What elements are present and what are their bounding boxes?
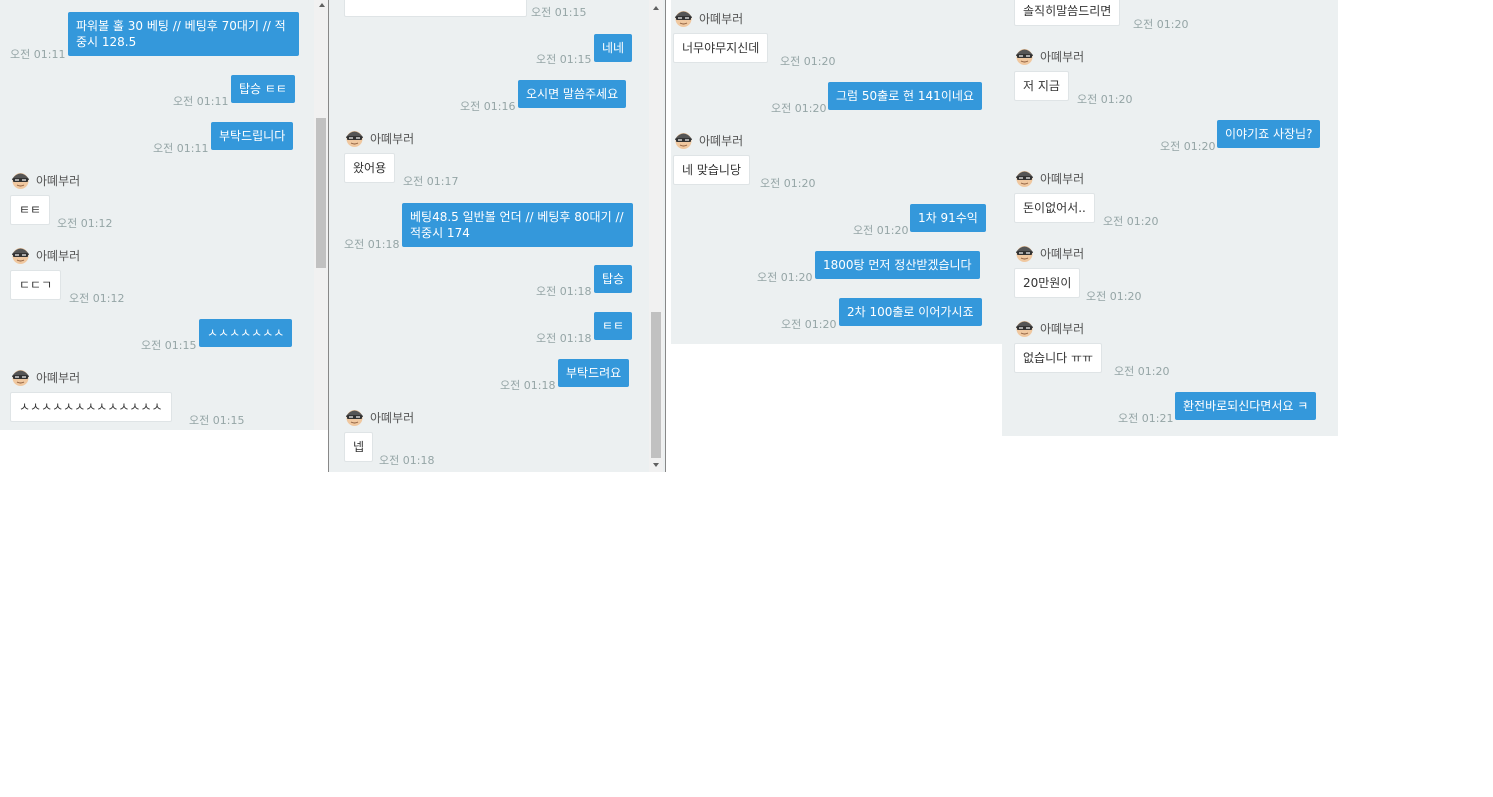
scroll-up-arrow-icon[interactable] (653, 6, 659, 10)
message-time: 오전 01:18 (344, 238, 400, 251)
message-bubble: 너무야무지신데 (673, 33, 769, 63)
scrollbar-thumb[interactable] (316, 118, 326, 268)
avatar-icon (10, 169, 31, 190)
message-bubble: ㅌㅌ (594, 312, 633, 340)
message-time: 오전 01:16 (460, 100, 516, 113)
message-bubble: 부탁드립니다 (211, 122, 294, 150)
scroll-down-arrow-icon[interactable] (653, 463, 659, 467)
message-bubble: 파워볼 홀 30 베팅 // 베팅후 70대기 // 적중시 128.5 (68, 12, 299, 56)
message-time: 오전 01:18 (500, 379, 556, 392)
message-bubble: 오시면 말씀주세요 (518, 80, 627, 108)
sender-name: 아뗴부러 (36, 249, 81, 263)
message-bubble: 솔직히말씀드리면 (1014, 0, 1121, 26)
message-time: 오전 01:12 (69, 292, 125, 305)
message-time: 오전 01:18 (536, 332, 592, 345)
message-time: 오전 01:20 (1160, 140, 1216, 153)
message-bubble: ㄷㄷㄱ (10, 270, 62, 300)
chat-panel-4: 솔직히말씀드리면 오전 01:20 아뗴부러 저 지금 오전 01:20 오전 … (1002, 0, 1338, 436)
message-bubble: 없습니다 ㅠㅠ (1014, 343, 1103, 373)
message-time: 오전 01:11 (10, 48, 66, 61)
avatar-icon (344, 406, 365, 427)
message-bubble: 2차 100출로 이어가시죠 (839, 298, 982, 326)
message-time: 오전 01:20 (1114, 365, 1170, 378)
sender-name: 아뗴부러 (36, 371, 81, 385)
message-time: 오전 01:20 (1133, 18, 1189, 31)
message-time: 오전 01:11 (153, 142, 209, 155)
message-bubble: 돈이없어서.. (1014, 193, 1095, 223)
message-bubble: 탑승 ㅌㅌ (231, 75, 295, 103)
message-time: 오전 01:15 (531, 6, 587, 19)
message-bubble: 이야기죠 사장님? (1217, 120, 1321, 148)
message-bubble: 그럼 50출로 현 141이네요 (828, 82, 982, 110)
chat-panel-3: 아뗴부러 너무야무지신데 오전 01:20 오전 01:20 그럼 50출로 현… (671, 0, 1002, 344)
avatar-icon (673, 129, 694, 150)
message-time: 오전 01:20 (1103, 215, 1159, 228)
avatar-icon (673, 7, 694, 28)
message-bubble: 저 지금 (1014, 71, 1069, 101)
avatar-icon (1014, 317, 1035, 338)
sender-name: 아뗴부러 (1040, 322, 1085, 336)
message-time: 오전 01:20 (853, 224, 909, 237)
message-bubble: ㅌㅌ (10, 195, 51, 225)
message-time: 오전 01:11 (173, 95, 229, 108)
message-bubble: 베팅48.5 일반볼 언더 // 베팅후 80대기 // 적중시 174 (402, 203, 633, 247)
message-time: 오전 01:18 (536, 285, 592, 298)
message-bubble: ㅅㅅㅅㅅㅅㅅㅅ (199, 319, 293, 347)
sender-name: 아뗴부러 (699, 134, 744, 148)
avatar-icon (1014, 242, 1035, 263)
chat-panel-1: 오전 01:11 파워볼 홀 30 베팅 // 베팅후 70대기 // 적중시 … (0, 0, 328, 430)
message-bubble: 왔어용 (344, 153, 396, 183)
message-time: 오전 01:20 (1086, 290, 1142, 303)
sender-name: 아뗴부러 (699, 12, 744, 26)
message-bubble: 20만원이 (1014, 268, 1081, 298)
message-bubble: 1800탕 먼저 정산받겠습니다 (815, 251, 980, 279)
sender-name: 아뗴부러 (1040, 247, 1085, 261)
message-bubble: ㅅㅅㅅㅅㅅㅅㅅㅅㅅㅅㅅㅅㅅ (10, 392, 172, 422)
message-time: 오전 01:20 (760, 177, 816, 190)
message-bubble: 네 맞습니당 (673, 155, 751, 185)
avatar-icon (1014, 45, 1035, 66)
avatar-icon (10, 366, 31, 387)
message-bubble: 탑승 (594, 265, 633, 293)
sender-name: 아뗴부러 (370, 132, 415, 146)
message-bubble (344, 0, 527, 17)
sender-name: 아뗴부러 (370, 411, 415, 425)
message-time: 오전 01:12 (57, 217, 113, 230)
message-time: 오전 01:20 (757, 271, 813, 284)
message-time: 오전 01:15 (189, 414, 245, 427)
message-time: 오전 01:20 (771, 102, 827, 115)
scrollbar-thumb[interactable] (651, 312, 661, 458)
sender-name: 아뗴부러 (1040, 172, 1085, 186)
message-time: 오전 01:15 (141, 339, 197, 352)
message-time: 오전 01:20 (781, 318, 837, 331)
message-bubble: 네네 (594, 34, 633, 62)
message-time: 오전 01:20 (1077, 93, 1133, 106)
message-bubble: 넵 (344, 432, 374, 462)
message-time: 오전 01:18 (379, 454, 435, 467)
scroll-up-arrow-icon[interactable] (319, 3, 325, 7)
message-time: 오전 01:20 (780, 55, 836, 68)
sender-name: 아뗴부러 (36, 174, 81, 188)
message-bubble: 부탁드려요 (558, 359, 630, 387)
message-bubble: 환전바로되신다면서요 ㅋ (1175, 392, 1317, 420)
avatar-icon (344, 127, 365, 148)
avatar-icon (1014, 167, 1035, 188)
sender-name: 아뗴부러 (1040, 50, 1085, 64)
avatar-icon (10, 244, 31, 265)
message-time: 오전 01:21 (1118, 412, 1174, 425)
chat-panel-2: 오전 01:15 오전 01:15 네네 오전 01:16 오시면 말씀주세요 … (328, 0, 666, 472)
message-time: 오전 01:15 (536, 53, 592, 66)
message-bubble: 1차 91수익 (910, 204, 986, 232)
message-time: 오전 01:17 (403, 175, 459, 188)
